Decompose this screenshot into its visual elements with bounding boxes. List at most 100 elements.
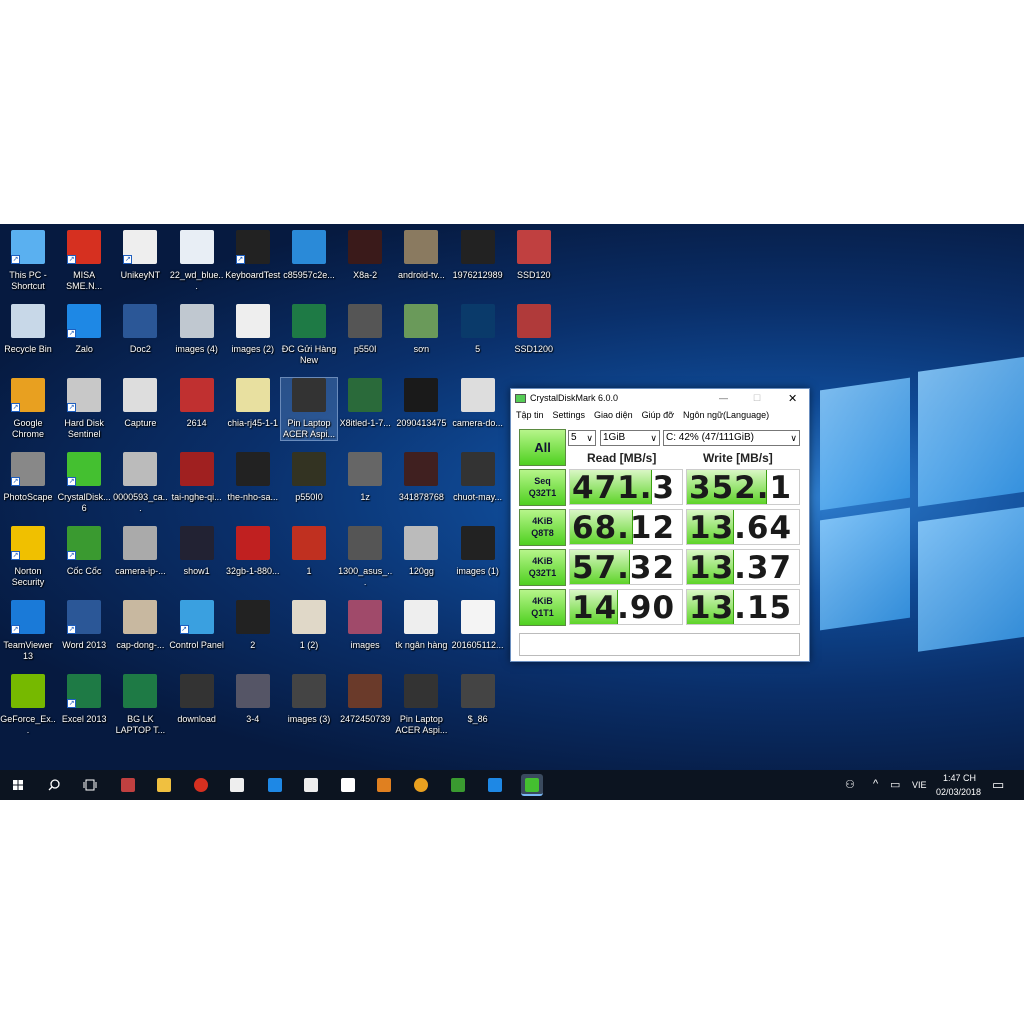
- menu-language[interactable]: Ngôn ngữ(Language): [683, 410, 769, 420]
- taskbar-unikey[interactable]: [226, 774, 248, 796]
- desktop-icon[interactable]: ↗ MISA SME.N...: [56, 230, 112, 292]
- network-icon[interactable]: ▭: [890, 778, 900, 791]
- desktop-icon[interactable]: 201605112...: [450, 600, 506, 651]
- desktop-icon[interactable]: 2472450739: [337, 674, 393, 725]
- minimize-button[interactable]: —: [719, 393, 728, 403]
- desktop-icon[interactable]: ↗ Hard Disk Sentinel: [56, 378, 112, 440]
- desktop-icon[interactable]: tai-nghe-qi...: [169, 452, 225, 503]
- desktop-icon[interactable]: ↗ Norton Security: [0, 526, 56, 588]
- search-button[interactable]: [43, 774, 65, 796]
- desktop-icon[interactable]: cap-dong-...: [112, 600, 168, 651]
- desktop-icon[interactable]: Recycle Bin: [0, 304, 56, 355]
- desktop-icon[interactable]: ↗ Excel 2013: [56, 674, 112, 725]
- desktop-icon[interactable]: 1976212989: [450, 230, 506, 281]
- action-center-icon[interactable]: ▭: [992, 777, 1004, 793]
- desktop-icon[interactable]: ↗ Google Chrome: [0, 378, 56, 440]
- desktop-icon[interactable]: 2: [225, 600, 281, 651]
- desktop-icon[interactable]: camera-ip-...: [112, 526, 168, 577]
- desktop-icon[interactable]: chuot-may...: [450, 452, 506, 503]
- taskbar-paint[interactable]: [117, 774, 139, 796]
- menu-file[interactable]: Tập tin: [516, 410, 544, 420]
- desktop-icon[interactable]: ↗ TeamViewer 13: [0, 600, 56, 662]
- desktop-icon[interactable]: 2614: [169, 378, 225, 429]
- all-button[interactable]: All: [519, 429, 566, 466]
- menu-theme[interactable]: Giao diện: [594, 410, 633, 420]
- desktop-icon[interactable]: X8a-2: [337, 230, 393, 281]
- desktop-icon[interactable]: ↗ This PC - Shortcut: [0, 230, 56, 292]
- desktop-icon[interactable]: SSD120: [506, 230, 562, 281]
- taskbar-misa[interactable]: [190, 774, 212, 796]
- desktop-icon[interactable]: 1: [281, 526, 337, 577]
- desktop-icon[interactable]: 1300_asus_...: [337, 526, 393, 588]
- drive-select[interactable]: C: 42% (47/111GiB) ∨: [663, 430, 800, 446]
- desktop-icon[interactable]: 120gg: [393, 526, 449, 577]
- desktop-icon[interactable]: the-nho-sa...: [225, 452, 281, 503]
- desktop-icon[interactable]: ↗ PhotoScape: [0, 452, 56, 503]
- taskbar-coccoc[interactable]: [447, 774, 469, 796]
- desktop-icon[interactable]: X8itled-1-7...: [337, 378, 393, 429]
- desktop-icon[interactable]: 2090413475: [393, 378, 449, 429]
- test-button[interactable]: Seq Q32T1: [519, 469, 566, 506]
- desktop-icon[interactable]: tk ngân hàng: [393, 600, 449, 651]
- taskbar-store[interactable]: [300, 774, 322, 796]
- desktop-icon[interactable]: c85957c2e...: [281, 230, 337, 281]
- test-button[interactable]: 4KiB Q1T1: [519, 589, 566, 626]
- desktop-icon[interactable]: images (4): [169, 304, 225, 355]
- desktop-icon[interactable]: show1: [169, 526, 225, 577]
- desktop-icon[interactable]: 341878768: [393, 452, 449, 503]
- menu-help[interactable]: Giúp đỡ: [642, 410, 674, 420]
- desktop-icon[interactable]: ↗ UnikeyNT: [112, 230, 168, 281]
- desktop-icon[interactable]: 3-4: [225, 674, 281, 725]
- input-language[interactable]: VIE: [912, 780, 927, 790]
- desktop-icon[interactable]: Capture: [112, 378, 168, 429]
- title-bar[interactable]: CrystalDiskMark 6.0.0 — ☐ ✕: [511, 389, 809, 407]
- desktop-icon[interactable]: 32gb-1-880...: [225, 526, 281, 577]
- desktop-icon[interactable]: download: [169, 674, 225, 725]
- desktop-icon[interactable]: p550I: [337, 304, 393, 355]
- desktop-icon[interactable]: images: [337, 600, 393, 651]
- count-select[interactable]: 5 ∨: [568, 430, 596, 446]
- desktop-icon[interactable]: images (3): [281, 674, 337, 725]
- desktop-icon[interactable]: Pin Laptop ACER Aspi...: [393, 674, 449, 736]
- desktop-icon[interactable]: 5: [450, 304, 506, 355]
- taskbar-mail[interactable]: [337, 774, 359, 796]
- desktop-icon[interactable]: $_86: [450, 674, 506, 725]
- taskbar-chrome[interactable]: [410, 774, 432, 796]
- desktop-icon[interactable]: Doc2: [112, 304, 168, 355]
- desktop-icon[interactable]: 22_wd_blue...: [169, 230, 225, 292]
- desktop-icon[interactable]: Pin Laptop ACER Aspi...: [280, 377, 338, 441]
- desktop-icon[interactable]: images (2): [225, 304, 281, 355]
- desktop-icon[interactable]: GeForce_Ex...: [0, 674, 56, 736]
- taskbar-file-explorer[interactable]: [153, 774, 175, 796]
- test-button[interactable]: 4KiB Q32T1: [519, 549, 566, 586]
- close-button[interactable]: ✕: [788, 392, 797, 405]
- maximize-button[interactable]: ☐: [753, 393, 761, 404]
- desktop-icon[interactable]: android-tv...: [393, 230, 449, 281]
- desktop-icon[interactable]: camera-do...: [450, 378, 506, 429]
- desktop-icon[interactable]: 0000593_ca...: [112, 452, 168, 514]
- desktop-icon[interactable]: SSD1200: [506, 304, 562, 355]
- people-icon[interactable]: ⚇: [845, 778, 855, 791]
- start-button[interactable]: [7, 774, 29, 796]
- test-button[interactable]: 4KiB Q8T8: [519, 509, 566, 546]
- taskbar-zalo[interactable]: [484, 774, 506, 796]
- desktop-icon[interactable]: ↗ CrystalDisk... 6: [56, 452, 112, 514]
- size-select[interactable]: 1GiB ∨: [600, 430, 660, 446]
- show-hidden-icons-chevron-icon[interactable]: ^: [873, 778, 878, 790]
- desktop-icon[interactable]: sơn: [393, 304, 449, 355]
- clock-time[interactable]: 1:47 CH: [943, 773, 976, 783]
- desktop-icon[interactable]: ĐC Gửi Hàng New: [281, 304, 337, 366]
- desktop-icon[interactable]: ↗ Word 2013: [56, 600, 112, 651]
- desktop-icon[interactable]: 1 (2): [281, 600, 337, 651]
- desktop-icon[interactable]: 1z: [337, 452, 393, 503]
- clock-date[interactable]: 02/03/2018: [936, 787, 981, 797]
- desktop-icon[interactable]: ↗ Cốc Cốc: [56, 526, 112, 577]
- comment-field[interactable]: [519, 633, 800, 656]
- menu-settings[interactable]: Settings: [553, 410, 586, 420]
- task-view-button[interactable]: [79, 774, 101, 796]
- desktop-icon[interactable]: chia-rj45-1-1: [225, 378, 281, 429]
- desktop-icon[interactable]: p550I0: [281, 452, 337, 503]
- desktop-icon[interactable]: BG LK LAPTOP T...: [112, 674, 168, 736]
- desktop-icon[interactable]: images (1): [450, 526, 506, 577]
- desktop-icon[interactable]: ↗ Zalo: [56, 304, 112, 355]
